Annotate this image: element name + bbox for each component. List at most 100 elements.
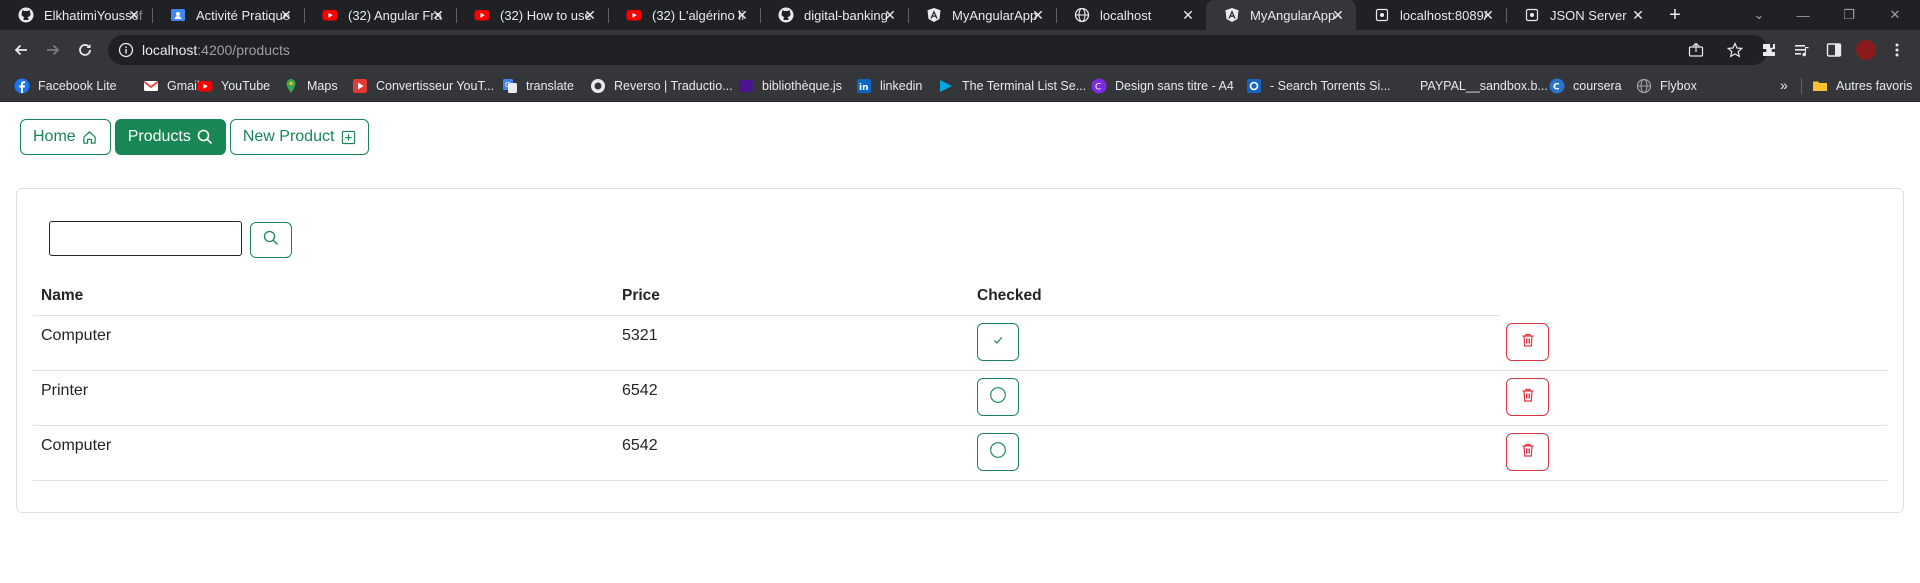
close-icon[interactable]: ✕ <box>1630 7 1646 23</box>
delete-button[interactable] <box>1506 433 1549 471</box>
tab-5[interactable]: digital-banking ✕ <box>760 0 908 30</box>
angular-icon <box>926 7 942 23</box>
extensions-icon[interactable] <box>1760 41 1778 59</box>
close-icon[interactable]: ✕ <box>1180 7 1196 23</box>
bookmark-item[interactable]: in linkedin <box>856 77 922 95</box>
media-queue-icon[interactable] <box>1793 41 1811 59</box>
bookmarks-overflow-icon[interactable]: » <box>1780 77 1788 93</box>
tab-3[interactable]: (32) How to use ✕ <box>456 0 608 30</box>
row-divider <box>33 425 1887 426</box>
tab-8-active[interactable]: MyAngularApp ✕ <box>1206 0 1356 30</box>
bookmark-item[interactable]: Gmail <box>143 77 200 95</box>
profile-avatar[interactable] <box>1856 40 1876 60</box>
youtube-icon <box>626 7 642 23</box>
new-tab-button[interactable]: + <box>1662 2 1688 28</box>
canva-icon: C <box>1091 78 1107 94</box>
check-icon <box>992 333 1004 351</box>
info-icon[interactable] <box>118 42 134 58</box>
tab-2[interactable]: (32) Angular Fra ✕ <box>304 0 456 30</box>
bookmark-label: Convertisseur YouT... <box>376 79 495 93</box>
check-toggle-button[interactable] <box>977 433 1019 471</box>
circle-icon <box>989 441 1007 464</box>
share-icon[interactable] <box>1688 42 1704 58</box>
product-name: Printer <box>41 382 89 399</box>
close-icon[interactable]: ✕ <box>582 7 598 23</box>
close-window-icon[interactable]: ✕ <box>1872 0 1918 30</box>
app-navbar: Home Products New Product <box>20 119 370 155</box>
js-icon <box>738 78 754 94</box>
browser-tab-strip: ElkhatimiYoussef ✕ Activité Pratique ✕ (… <box>0 0 1920 30</box>
restore-icon[interactable]: ❐ <box>1826 0 1872 30</box>
menu-kebab-icon[interactable] <box>1888 41 1906 59</box>
bookmark-item[interactable]: The Terminal List Se... <box>938 77 1086 95</box>
bookmarks-bar: Facebook Lite Gmail YouTube Maps Convert… <box>0 70 1920 102</box>
close-icon[interactable]: ✕ <box>126 7 142 23</box>
home-button[interactable]: Home <box>20 119 111 155</box>
bookmark-item[interactable]: Reverso | Traductio... <box>590 77 733 95</box>
delete-button[interactable] <box>1506 378 1549 416</box>
close-icon[interactable]: ✕ <box>430 7 446 23</box>
bookmark-label: The Terminal List Se... <box>962 79 1087 93</box>
minimize-icon[interactable]: — <box>1780 0 1826 30</box>
github-icon <box>778 7 794 23</box>
back-icon[interactable] <box>9 38 33 62</box>
check-toggle-button[interactable] <box>977 323 1019 361</box>
tab-4[interactable]: (32) L'algérino li ✕ <box>608 0 760 30</box>
bookmark-item[interactable]: Flybox <box>1636 77 1697 95</box>
svg-text:C: C <box>1095 83 1101 93</box>
bookmark-item[interactable]: C Design sans titre - A4 <box>1091 77 1234 95</box>
tab-7[interactable]: localhost ✕ <box>1056 0 1206 30</box>
gmail-icon <box>143 78 159 94</box>
bookmark-item[interactable]: Ccoursera <box>1549 77 1622 95</box>
svg-text:G: G <box>505 81 510 89</box>
bookmark-item[interactable]: Gtranslate <box>502 77 574 95</box>
search-icon <box>263 230 279 251</box>
close-icon[interactable]: ✕ <box>734 7 750 23</box>
translate-icon: G <box>502 78 518 94</box>
bookmark-label: linkedin <box>880 79 923 93</box>
delete-button[interactable] <box>1506 323 1549 361</box>
trash-icon <box>1520 442 1536 463</box>
tab-6[interactable]: MyAngularApp ✕ <box>908 0 1056 30</box>
check-toggle-button[interactable] <box>977 378 1019 416</box>
bookmark-label: translate <box>526 79 574 93</box>
coursera-icon: C <box>1549 78 1565 94</box>
close-icon[interactable]: ✕ <box>278 7 294 23</box>
tab-10[interactable]: JSON Server ✕ <box>1506 0 1656 30</box>
angular-icon <box>1224 7 1240 23</box>
close-icon[interactable]: ✕ <box>1030 7 1046 23</box>
search-input[interactable] <box>49 221 242 256</box>
product-name: Computer <box>41 437 112 454</box>
bookmark-item[interactable]: Maps <box>283 77 338 95</box>
other-bookmarks[interactable]: Autres favoris <box>1812 77 1912 95</box>
youtube-icon <box>474 7 490 23</box>
bookmark-item[interactable]: bibliothèque.js <box>738 77 842 95</box>
product-name: Computer <box>41 327 112 344</box>
tab-search-icon[interactable]: ⌄ <box>1736 0 1782 30</box>
bookmark-item[interactable]: Convertisseur YouT... <box>352 77 494 95</box>
forward-icon[interactable] <box>41 38 65 62</box>
address-bar[interactable]: localhost:4200/products <box>108 35 1768 65</box>
close-icon[interactable]: ✕ <box>1480 7 1496 23</box>
reload-icon[interactable] <box>73 38 97 62</box>
search-button[interactable] <box>250 222 292 258</box>
globe-icon <box>1636 78 1652 94</box>
bookmark-label: Design sans titre - A4 <box>1115 79 1234 93</box>
bookmark-item[interactable]: YouTube <box>197 77 270 95</box>
linkedin-icon: in <box>856 78 872 94</box>
bookmark-item[interactable]: Facebook Lite <box>14 77 117 95</box>
bookmark-label: PAYPAL__sandbox.b... <box>1420 79 1548 93</box>
tab-9[interactable]: localhost:8089/ ✕ <box>1356 0 1506 30</box>
products-button[interactable]: Products <box>114 119 226 155</box>
tab-1[interactable]: Activité Pratique ✕ <box>152 0 304 30</box>
side-panel-icon[interactable] <box>1825 41 1843 59</box>
tab-0[interactable]: ElkhatimiYoussef ✕ <box>0 0 152 30</box>
bookmark-item[interactable]: PAYPAL__sandbox.b... <box>1396 77 1548 95</box>
bookmark-item[interactable]: - Search Torrents Si... <box>1246 77 1391 95</box>
bookmark-star-icon[interactable] <box>1726 42 1744 58</box>
close-icon[interactable]: ✕ <box>1330 7 1346 23</box>
search-icon <box>197 129 213 145</box>
new-product-button[interactable]: New Product <box>229 119 370 155</box>
close-icon[interactable]: ✕ <box>882 7 898 23</box>
bookmark-label: bibliothèque.js <box>762 79 842 93</box>
